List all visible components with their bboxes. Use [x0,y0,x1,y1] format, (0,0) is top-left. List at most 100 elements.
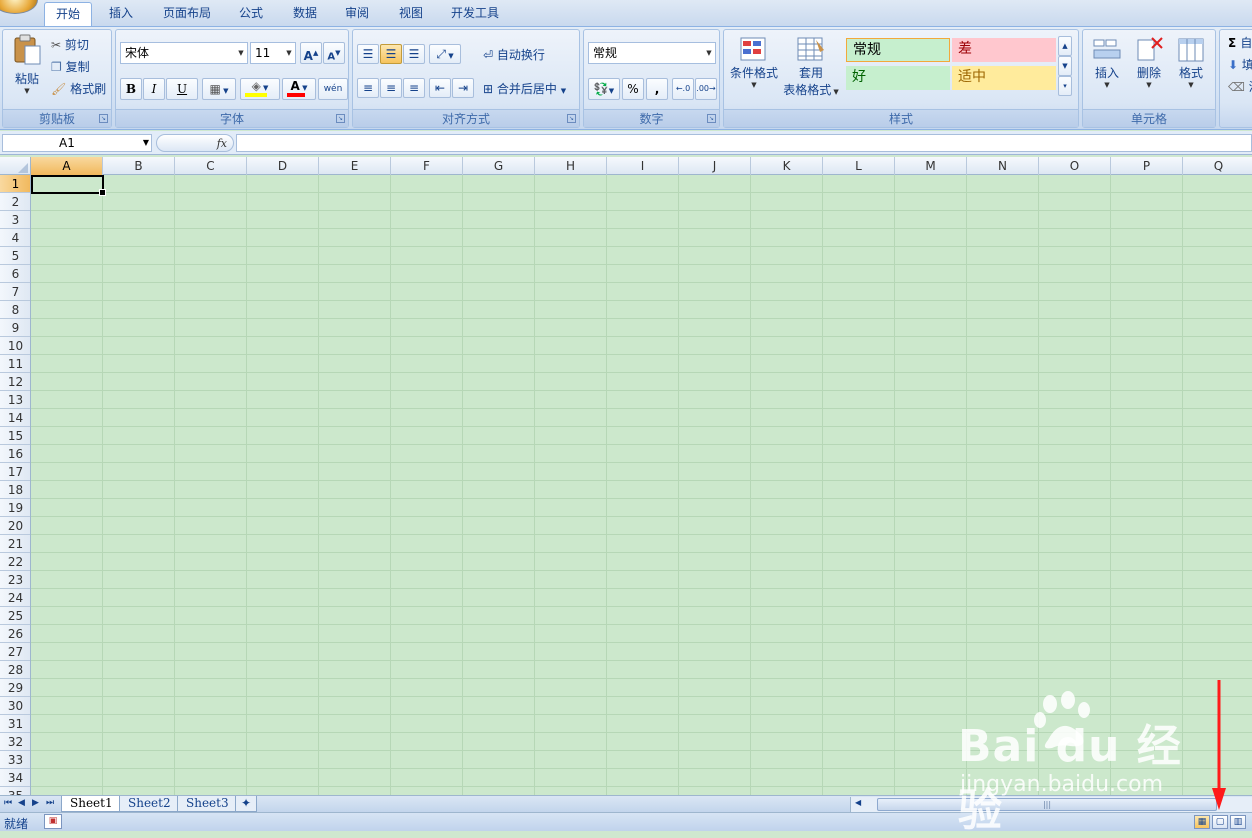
column-header[interactable]: M [895,157,967,175]
tab-formulas[interactable]: 公式 [230,2,272,26]
column-header[interactable]: F [391,157,463,175]
column-header[interactable]: A [31,157,103,175]
row-header[interactable]: 14 [0,409,30,427]
row-header[interactable]: 2 [0,193,30,211]
align-top-button[interactable]: ☰ [357,44,379,64]
row-header[interactable]: 27 [0,643,30,661]
row-header[interactable]: 20 [0,517,30,535]
tab-insert[interactable]: 插入 [100,2,142,26]
insert-function-button[interactable]: fx [156,134,234,152]
row-header[interactable]: 16 [0,445,30,463]
row-header[interactable]: 11 [0,355,30,373]
row-header[interactable]: 13 [0,391,30,409]
prev-sheet-icon[interactable]: ◀ [18,798,25,808]
tab-data[interactable]: 数据 [284,2,326,26]
column-header[interactable]: H [535,157,607,175]
style-good[interactable]: 好 [846,66,950,90]
fill-color-button[interactable]: ◈ ▼ [240,78,280,100]
format-cells-button[interactable]: 格式 ▼ [1171,36,1211,89]
sheet-tab-1[interactable]: Sheet1 [61,796,122,812]
row-header[interactable]: 22 [0,553,30,571]
orientation-button[interactable]: ⤢ ▼ [429,44,461,64]
shrink-font-button[interactable]: A▼ [323,42,345,64]
row-header[interactable]: 17 [0,463,30,481]
column-header[interactable]: O [1039,157,1111,175]
column-header[interactable]: P [1111,157,1183,175]
tab-developer[interactable]: 开发工具 [442,2,508,26]
delete-cells-button[interactable]: 删除 ▼ [1129,36,1169,89]
row-header[interactable]: 24 [0,589,30,607]
row-header[interactable]: 30 [0,697,30,715]
autosum-button[interactable]: Σ 自 [1228,34,1252,51]
column-header[interactable]: C [175,157,247,175]
row-header[interactable]: 26 [0,625,30,643]
normal-view-button[interactable]: ▦ [1194,815,1210,829]
dialog-launcher-icon[interactable]: ↘ [99,114,108,123]
column-header[interactable]: K [751,157,823,175]
styles-scroll-up-button[interactable]: ▲ [1058,36,1072,56]
column-header[interactable]: J [679,157,751,175]
macro-record-icon[interactable]: ▣ [44,814,62,829]
font-size-select[interactable]: 11 ▼ [250,42,296,64]
style-neutral[interactable]: 适中 [952,66,1056,90]
office-button[interactable] [0,0,38,14]
row-header[interactable]: 10 [0,337,30,355]
dialog-launcher-icon[interactable]: ↘ [336,114,345,123]
row-header[interactable]: 9 [0,319,30,337]
grow-font-button[interactable]: A▲ [300,42,322,64]
phonetic-button[interactable]: wén [318,78,348,100]
page-break-view-button[interactable]: ▥ [1230,815,1246,829]
increase-indent-button[interactable]: ⇥ [452,78,474,98]
column-header[interactable]: N [967,157,1039,175]
next-sheet-icon[interactable]: ▶ [32,798,39,808]
fill-button[interactable]: ⬇ 填 [1228,56,1252,73]
merge-center-button[interactable]: ⊞ 合并后居中 ▼ [483,80,566,97]
align-center-button[interactable]: ≡ [380,78,402,98]
align-right-button[interactable]: ≡ [403,78,425,98]
accounting-button[interactable]: 💱▼ [588,78,620,100]
border-button[interactable]: ▦ ▼ [202,78,236,100]
cut-button[interactable]: ✂ 剪切 [51,36,89,53]
sheet-tab-3[interactable]: Sheet3 [177,796,238,812]
styles-more-button[interactable]: ▾ [1058,76,1072,96]
font-name-select[interactable]: 宋体 ▼ [120,42,248,64]
column-header[interactable]: I [607,157,679,175]
number-format-select[interactable]: 常规 ▼ [588,42,716,64]
underline-button[interactable]: U [166,78,198,100]
copy-button[interactable]: ❐ 复制 [51,58,90,75]
format-as-table-button[interactable]: 套用 表格格式 ▼ [782,36,840,98]
page-layout-view-button[interactable]: ▢ [1212,815,1228,829]
row-header[interactable]: 7 [0,283,30,301]
paste-button[interactable]: 粘贴 ▼ [9,34,45,102]
style-normal[interactable]: 常规 [846,38,950,62]
row-header[interactable]: 18 [0,481,30,499]
row-header[interactable]: 1 [0,175,30,193]
scroll-left-icon[interactable]: ◀ [855,798,861,807]
column-header[interactable]: B [103,157,175,175]
column-header[interactable]: E [319,157,391,175]
increase-decimal-button[interactable]: ←.0 [672,78,694,100]
row-header[interactable]: 4 [0,229,30,247]
row-header[interactable]: 32 [0,733,30,751]
column-header[interactable]: L [823,157,895,175]
first-sheet-icon[interactable]: ⏮ [4,798,12,808]
bold-button[interactable]: B [120,78,142,100]
dialog-launcher-icon[interactable]: ↘ [567,114,576,123]
row-header[interactable]: 3 [0,211,30,229]
font-color-button[interactable]: A ▼ [282,78,316,100]
insert-sheet-button[interactable]: ✦ [235,796,258,812]
name-box[interactable]: A1 ▼ [2,134,152,152]
styles-scroll-down-button[interactable]: ▼ [1058,56,1072,76]
row-header[interactable]: 28 [0,661,30,679]
row-header[interactable]: 6 [0,265,30,283]
column-header[interactable]: D [247,157,319,175]
row-header[interactable]: 33 [0,751,30,769]
row-header[interactable]: 25 [0,607,30,625]
row-header[interactable]: 19 [0,499,30,517]
clear-button[interactable]: ⌫ 清 [1228,78,1252,95]
tab-page-layout[interactable]: 页面布局 [156,2,218,26]
align-middle-button[interactable]: ☰ [380,44,402,64]
tab-view[interactable]: 视图 [390,2,432,26]
tab-home[interactable]: 开始 [44,2,92,26]
row-header[interactable]: 35 [0,787,30,795]
